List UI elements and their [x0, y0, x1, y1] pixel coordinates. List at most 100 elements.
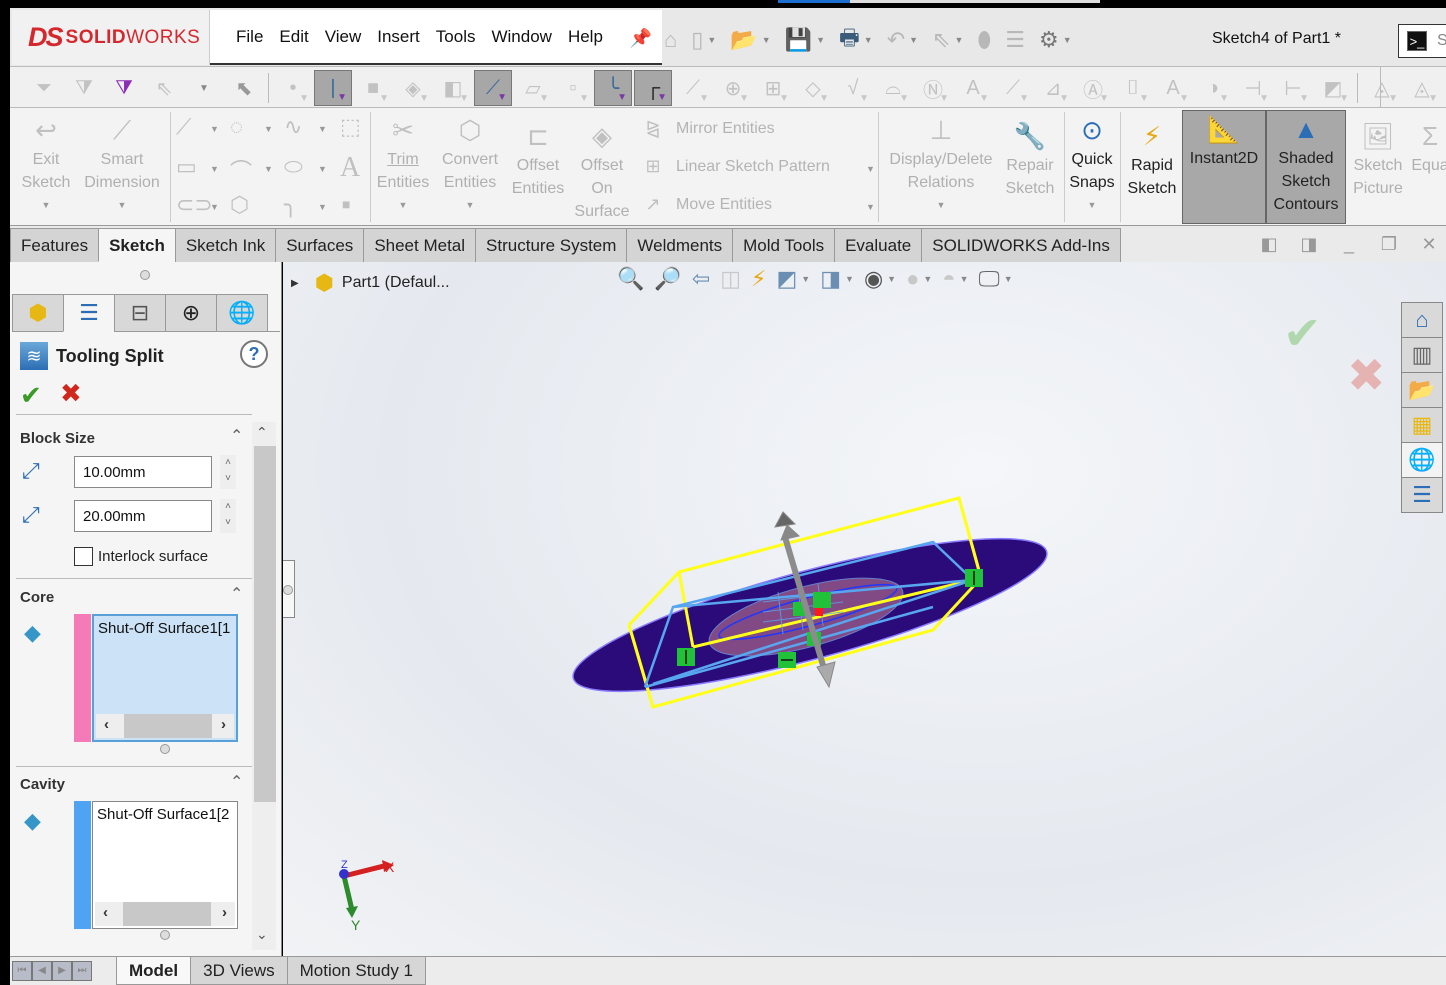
instant2d-button[interactable]: 📐 Instant2D — [1182, 110, 1266, 224]
filter-planes-icon[interactable]: ▱ ▼ — [513, 70, 553, 106]
hide-filter-toolbar-icon[interactable]: ⧩ — [64, 70, 104, 106]
tab-features[interactable]: Features — [10, 228, 100, 262]
scroll-left-icon[interactable]: ‹ — [103, 904, 108, 921]
filter-datum-targets-icon[interactable]: Ⓐ ▼ — [1073, 70, 1113, 106]
panel-grip[interactable] — [140, 270, 150, 280]
configuration-manager-tab-icon[interactable]: ⊟ — [114, 294, 166, 332]
filter-vertices-icon[interactable]: • ▼ — [273, 70, 313, 106]
core-collapse-icon[interactable]: ⌃ — [230, 584, 243, 604]
invert-selection-icon[interactable]: ▼ — [184, 70, 224, 106]
bottom-tab-model[interactable]: Model — [116, 957, 192, 985]
filter-mesh-vertices-icon[interactable]: ◬ ▼ — [1402, 70, 1442, 106]
mirror-entities-button[interactable]: ⧎ Mirror Entities — [640, 118, 774, 139]
tab-sheet-metal[interactable]: Sheet Metal — [363, 228, 477, 262]
scroll-right-icon[interactable]: › — [222, 904, 227, 921]
spline-tool-icon[interactable]: ∿ — [284, 114, 302, 140]
search-commands-box[interactable]: >_ S — [1398, 24, 1446, 58]
last-tab-icon[interactable]: ⏭ — [72, 961, 92, 981]
tab-solidworks-add-ins[interactable]: SOLIDWORKS Add-Ins — [921, 228, 1121, 262]
filter-centerline-icon[interactable]: ⊞ ▼ — [753, 70, 793, 106]
tab-sketch-ink[interactable]: Sketch Ink — [174, 228, 277, 262]
linear-pattern-dropdown[interactable]: ▼ — [866, 164, 875, 174]
block-depth-2-field[interactable] — [74, 500, 212, 532]
ellipse-tool-icon[interactable]: ⬭ — [284, 154, 303, 180]
help-icon[interactable]: ? — [240, 340, 268, 368]
trim-entities-button[interactable]: ✂ Trim Entities ▼ — [372, 112, 434, 217]
filter-midpoints-icon[interactable]: ⟋ ▼ — [673, 70, 713, 106]
filter-mesh-edges-icon[interactable]: ◬ ▼ — [1362, 70, 1402, 106]
menu-window[interactable]: Window — [483, 27, 559, 47]
close-icon[interactable]: ✕ — [1418, 234, 1440, 255]
bottom-tab-motion-study-1[interactable]: Motion Study 1 — [286, 957, 427, 985]
rapid-sketch-button[interactable]: ⚡ Rapid Sketch — [1122, 118, 1182, 200]
interlock-surface-checkbox[interactable] — [74, 547, 93, 566]
view-palette-icon[interactable]: ▦ — [1401, 407, 1443, 443]
core-list-item[interactable]: Shut-Off Surface1[1 — [98, 620, 238, 637]
tab-evaluate[interactable]: Evaluate — [834, 228, 923, 262]
filter-connection-points-icon[interactable]: ⊣ ▼ — [1233, 70, 1273, 106]
filter-geometric-tolerance-icon[interactable]: ⌓ ▼ — [873, 70, 913, 106]
plane-tool-icon[interactable]: ⬚ — [340, 114, 361, 140]
display-manager-tab-icon[interactable]: 🌐 — [216, 294, 268, 332]
filter-surface-bodies-icon[interactable]: ◈ ▼ — [393, 70, 433, 106]
options-gear-icon[interactable]: ⚙ ▼ — [1039, 27, 1072, 53]
menu-insert[interactable]: Insert — [369, 27, 428, 47]
arc-tool-icon[interactable]: ⌒ — [230, 154, 252, 186]
offset-entities-button[interactable]: ⊏ Offset Entities — [506, 118, 570, 200]
convert-entities-button[interactable]: ⬡ Convert Entities ▼ — [436, 112, 504, 217]
filter-sketch-segments-icon[interactable]: ╰ ▼ — [594, 70, 632, 106]
new-document-icon[interactable]: ▯ ▼ — [691, 27, 716, 53]
appearances-scenes-icon[interactable]: 🌐 — [1401, 442, 1443, 478]
text-tool-icon[interactable]: A — [340, 152, 360, 184]
tab-structure-system[interactable]: Structure System — [475, 228, 628, 262]
tab-mold-tools[interactable]: Mold Tools — [732, 228, 836, 262]
feature-manager-tab-icon[interactable]: ⬢ — [12, 294, 64, 332]
cancel-x-button[interactable]: ✖ — [60, 378, 82, 409]
menu-file[interactable]: File — [228, 27, 271, 47]
restore-icon[interactable]: ❐ — [1378, 234, 1400, 255]
shaded-sketch-contours-button[interactable]: ▲ Shaded Sketch Contours — [1266, 110, 1346, 224]
tab-surfaces[interactable]: Surfaces — [275, 228, 365, 262]
depth-1-spinner[interactable]: ˄ ˅ — [220, 455, 236, 489]
sketch-picture-button[interactable]: 🖼 Sketch Picture — [1348, 118, 1408, 200]
save-icon[interactable]: 💾 ▼ — [785, 27, 825, 53]
property-manager-tab-icon[interactable]: ☰ — [63, 294, 115, 332]
tab-sketch[interactable]: Sketch — [98, 228, 176, 262]
confirmation-corner-cancel-icon[interactable]: ✖ — [1347, 348, 1386, 402]
first-tab-icon[interactable]: ⏮ — [12, 961, 32, 981]
move-entities-dropdown[interactable]: ▼ — [866, 202, 875, 212]
menu-help[interactable]: Help — [560, 27, 611, 47]
equations-button[interactable]: Σ Equa — [1410, 118, 1446, 177]
clear-filters-icon[interactable]: ⧩ — [104, 70, 144, 106]
dimxpert-manager-tab-icon[interactable]: ⊕ — [165, 294, 217, 332]
depth-2-spinner[interactable]: ˄ ˅ — [220, 499, 236, 533]
tile-left-icon[interactable]: ◧ — [1258, 234, 1280, 255]
filter-sketch-points-icon[interactable]: ┌ ▼ — [634, 70, 672, 106]
filter-axes-icon[interactable]: ⟋ ▼ — [474, 70, 512, 106]
filter-center-of-mass-icon[interactable]: ◑ ▼ — [1193, 70, 1233, 106]
solidworks-resources-icon[interactable]: ⌂ — [1401, 302, 1443, 338]
select-all-filters-icon[interactable]: ⇖ — [144, 70, 184, 106]
filter-weld-symbols-icon[interactable]: ⟋ ▼ — [993, 70, 1033, 106]
design-library-icon[interactable]: ▥ — [1401, 337, 1443, 373]
solidworks-logo[interactable]: DS SOLIDWORKS — [12, 10, 210, 65]
exit-sketch-button[interactable]: ↩ Exit Sketch ▼ — [16, 112, 76, 217]
file-explorer-icon[interactable]: 📂 — [1401, 372, 1443, 408]
polygon-tool-icon[interactable]: ⬡ — [230, 192, 249, 218]
block-size-collapse-icon[interactable]: ⌃ — [230, 426, 243, 446]
select-icon[interactable]: ⇖ ▼ — [932, 27, 963, 53]
filter-edges-icon[interactable]: | ▼ — [314, 70, 352, 106]
scroll-right-icon[interactable]: › — [221, 716, 226, 733]
print-icon[interactable]: 🖶 ▼ — [839, 21, 873, 59]
prev-tab-icon[interactable]: ◀ — [32, 961, 52, 981]
tab-weldments[interactable]: Weldments — [626, 228, 734, 262]
custom-properties-icon[interactable]: ☰ — [1401, 477, 1443, 513]
filter-weld-beads-icon[interactable]: ⊿ ▼ — [1033, 70, 1073, 106]
smart-dimension-button[interactable]: ⟋ Smart Dimension ▼ — [80, 112, 164, 217]
circle-tool-icon[interactable]: ◌ — [230, 114, 243, 140]
point-tool-icon[interactable]: ■ — [342, 196, 350, 212]
menu-tools[interactable]: Tools — [428, 27, 484, 47]
rectangle-tool-icon[interactable]: ▭ — [176, 154, 197, 180]
core-selection-list[interactable]: Shut-Off Surface1[1 ‹ › — [92, 614, 238, 742]
core-list-hscroll[interactable]: ‹ › — [96, 714, 234, 738]
